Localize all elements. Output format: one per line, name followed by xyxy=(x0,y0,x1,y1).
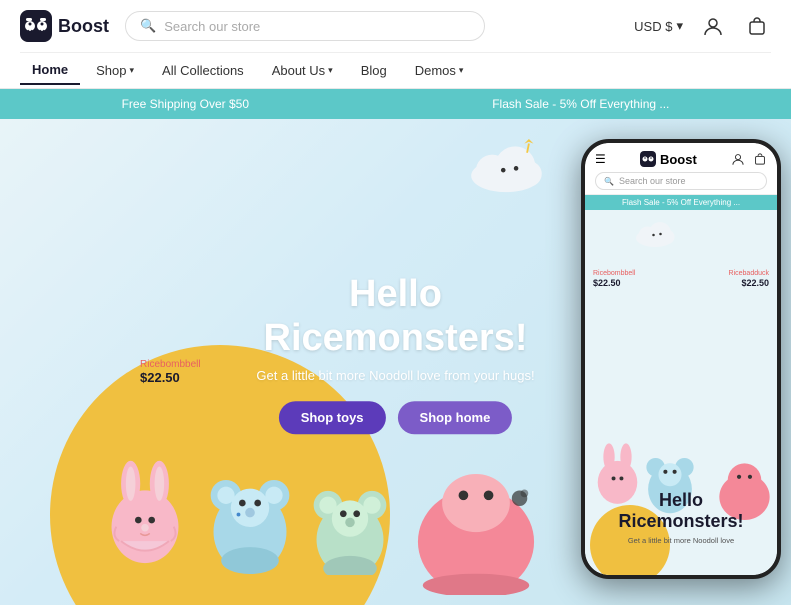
currency-chevron: ▾ xyxy=(676,18,683,34)
mobile-search[interactable]: 🔍 Search our store xyxy=(595,172,767,190)
nav-demos-label: Demos xyxy=(415,63,456,78)
mobile-content: Ricebombbell $22.50 Ricebadduck $22.50 xyxy=(585,210,777,575)
main-nav: Home Shop ▾ All Collections About Us ▾ B… xyxy=(20,52,771,88)
hero-section: Hello Ricemonsters! Get a little bit mor… xyxy=(0,119,791,605)
mobile-announcement-text: Flash Sale - 5% Off Everything ... xyxy=(622,198,740,207)
nav-item-about[interactable]: About Us ▾ xyxy=(260,57,345,84)
search-placeholder: Search our store xyxy=(164,19,260,34)
mobile-mockup: ☰ Boost xyxy=(581,139,781,579)
nav-item-demos[interactable]: Demos ▾ xyxy=(403,57,476,84)
pink-bunny-plush xyxy=(100,455,190,565)
mobile-account-icon xyxy=(731,152,745,166)
hero-subtitle: Get a little bit more Noodoll love from … xyxy=(256,369,534,384)
mobile-search-placeholder: Search our store xyxy=(619,176,686,186)
mobile-header: ☰ Boost xyxy=(585,143,777,195)
announcement-left: Free Shipping Over $50 xyxy=(122,97,249,111)
logo[interactable]: Boost xyxy=(20,10,109,42)
nav-shop-chevron: ▾ xyxy=(130,65,135,76)
shop-toys-button[interactable]: Shop toys xyxy=(279,402,386,435)
nav-shop-label: Shop xyxy=(96,63,126,78)
nav-about-chevron: ▾ xyxy=(328,65,333,76)
currency-label: USD $ xyxy=(634,19,672,34)
green-bear-plush xyxy=(305,465,395,575)
product-price: $22.50 xyxy=(140,370,201,385)
mobile-logo-text: Boost xyxy=(660,152,697,167)
mobile-cart-icon xyxy=(753,152,767,166)
search-icon: 🔍 xyxy=(140,18,156,34)
logo-icon xyxy=(20,10,52,42)
nav-item-home[interactable]: Home xyxy=(20,56,80,85)
mobile-menu-icon: ☰ xyxy=(595,152,606,166)
logo-text: Boost xyxy=(58,16,109,37)
mobile-product-price2: $22.50 xyxy=(741,278,769,288)
cart-button[interactable] xyxy=(743,12,771,40)
mobile-announcement: Flash Sale - 5% Off Everything ... xyxy=(585,195,777,210)
header: Boost 🔍 Search our store USD $ ▾ Home xyxy=(0,0,791,89)
mobile-cloud xyxy=(630,218,680,248)
mobile-sub: Get a little bit more Noodoll love xyxy=(585,536,777,545)
pink-big-plush xyxy=(411,445,541,595)
nav-collections-label: All Collections xyxy=(162,63,244,78)
nav-item-blog[interactable]: Blog xyxy=(349,57,399,84)
nav-item-collections[interactable]: All Collections xyxy=(150,57,256,84)
mobile-product-label1: Ricebombbell xyxy=(593,270,635,277)
header-top: Boost 🔍 Search our store USD $ ▾ xyxy=(20,0,771,52)
nav-about-label: About Us xyxy=(272,63,325,78)
shop-home-button[interactable]: Shop home xyxy=(398,402,513,435)
mobile-product-label2: Ricebadduck xyxy=(729,270,769,277)
mobile-hello: Hello Ricemonsters! xyxy=(585,490,777,533)
mobile-icons xyxy=(731,152,767,166)
currency-selector[interactable]: USD $ ▾ xyxy=(634,18,683,34)
search-bar[interactable]: 🔍 Search our store xyxy=(125,11,485,41)
mobile-header-top: ☰ Boost xyxy=(595,151,767,167)
cloud-plush xyxy=(461,139,551,194)
hero-buttons: Shop toys Shop home xyxy=(256,402,534,435)
account-button[interactable] xyxy=(699,12,727,40)
price-tag: Ricebombbell $22.50 xyxy=(140,359,201,385)
product-label: Ricebombbell xyxy=(140,359,201,370)
mobile-logo: Boost xyxy=(640,151,697,167)
nav-item-shop[interactable]: Shop ▾ xyxy=(84,57,146,84)
nav-demos-chevron: ▾ xyxy=(459,65,464,76)
announcement-bar: Free Shipping Over $50 Flash Sale - 5% O… xyxy=(0,89,791,119)
hero-content: Hello Ricemonsters! Get a little bit mor… xyxy=(256,273,534,434)
mobile-product-price1: $22.50 xyxy=(593,278,621,288)
nav-home-label: Home xyxy=(32,62,68,77)
nav-blog-label: Blog xyxy=(361,63,387,78)
announcement-right: Flash Sale - 5% Off Everything ... xyxy=(492,97,669,111)
mobile-logo-icon xyxy=(640,151,656,167)
mobile-search-icon: 🔍 xyxy=(604,177,614,186)
mobile-hero-text: Hello Ricemonsters! Get a little bit mor… xyxy=(585,490,777,545)
header-actions: USD $ ▾ xyxy=(634,12,771,40)
blue-bear-plush xyxy=(200,455,300,575)
mobile-screen: ☰ Boost xyxy=(585,143,777,575)
hero-title: Hello Ricemonsters! xyxy=(256,273,534,360)
